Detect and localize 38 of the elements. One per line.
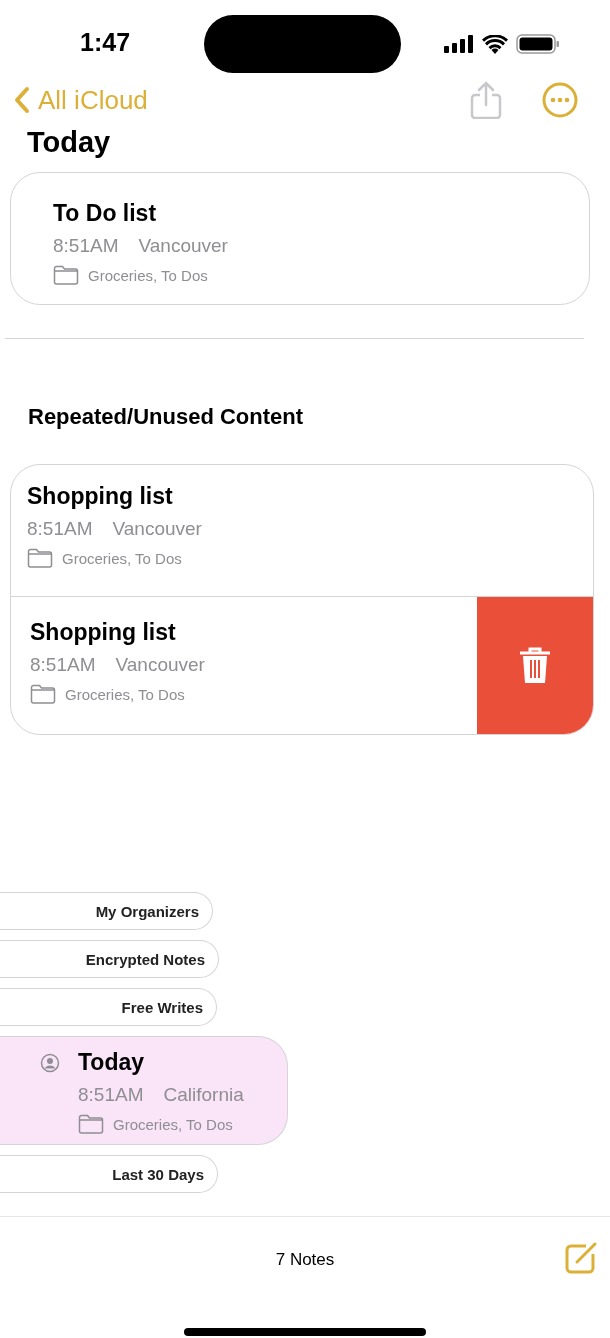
note-location: Vancouver	[138, 235, 228, 257]
note-location: Vancouver	[115, 654, 205, 676]
folder-icon	[53, 265, 79, 285]
note-location: California	[163, 1084, 244, 1106]
note-folders: Groceries, To Dos	[62, 549, 182, 567]
note-card[interactable]: To Do list 8:51AM Vancouver Groceries, To Dos	[10, 172, 590, 305]
section-title: Repeated/Unused Content	[28, 404, 305, 431]
person-icon	[40, 1053, 60, 1073]
note-time: 8:51AM	[30, 654, 96, 676]
battery-icon	[516, 34, 560, 54]
note-time: 8:51AM	[53, 235, 119, 257]
note-folders: Groceries, To Dos	[113, 1115, 233, 1133]
share-icon[interactable]	[470, 81, 502, 119]
note-location: Vancouver	[112, 518, 202, 540]
note-time: 8:51AM	[78, 1084, 144, 1106]
note-title: To Do list	[53, 200, 158, 227]
note-title: Shopping list	[27, 483, 174, 510]
note-title: Today	[78, 1049, 146, 1076]
folder-icon	[78, 1114, 104, 1134]
chevron-left-icon	[14, 86, 30, 114]
folder-icon	[27, 548, 53, 568]
wifi-icon	[482, 34, 508, 54]
delete-button[interactable]	[477, 597, 593, 734]
folder-icon	[30, 684, 56, 704]
note-folders: Groceries, To Dos	[65, 685, 185, 703]
note-title: Shopping list	[30, 619, 177, 646]
note-row[interactable]: Shopping list 8:51AM Vancouver Groceries, To Dos	[11, 596, 593, 734]
trash-icon	[519, 646, 551, 685]
note-row[interactable]: Shopping list 8:51AM Vancouver Groceries, To Dos	[11, 465, 593, 596]
note-time: 8:51AM	[27, 518, 93, 540]
compose-icon[interactable]	[564, 1241, 598, 1275]
status-time: 1:47	[80, 28, 131, 57]
more-icon[interactable]	[542, 82, 578, 118]
signal-icon	[444, 35, 474, 53]
note-folders: Groceries, To Dos	[88, 266, 208, 284]
note-card[interactable]: Today 8:51AM California Groceries, To Dos	[0, 1036, 288, 1145]
note-count: 7 Notes	[275, 1249, 335, 1270]
section-title: Today	[27, 125, 112, 160]
